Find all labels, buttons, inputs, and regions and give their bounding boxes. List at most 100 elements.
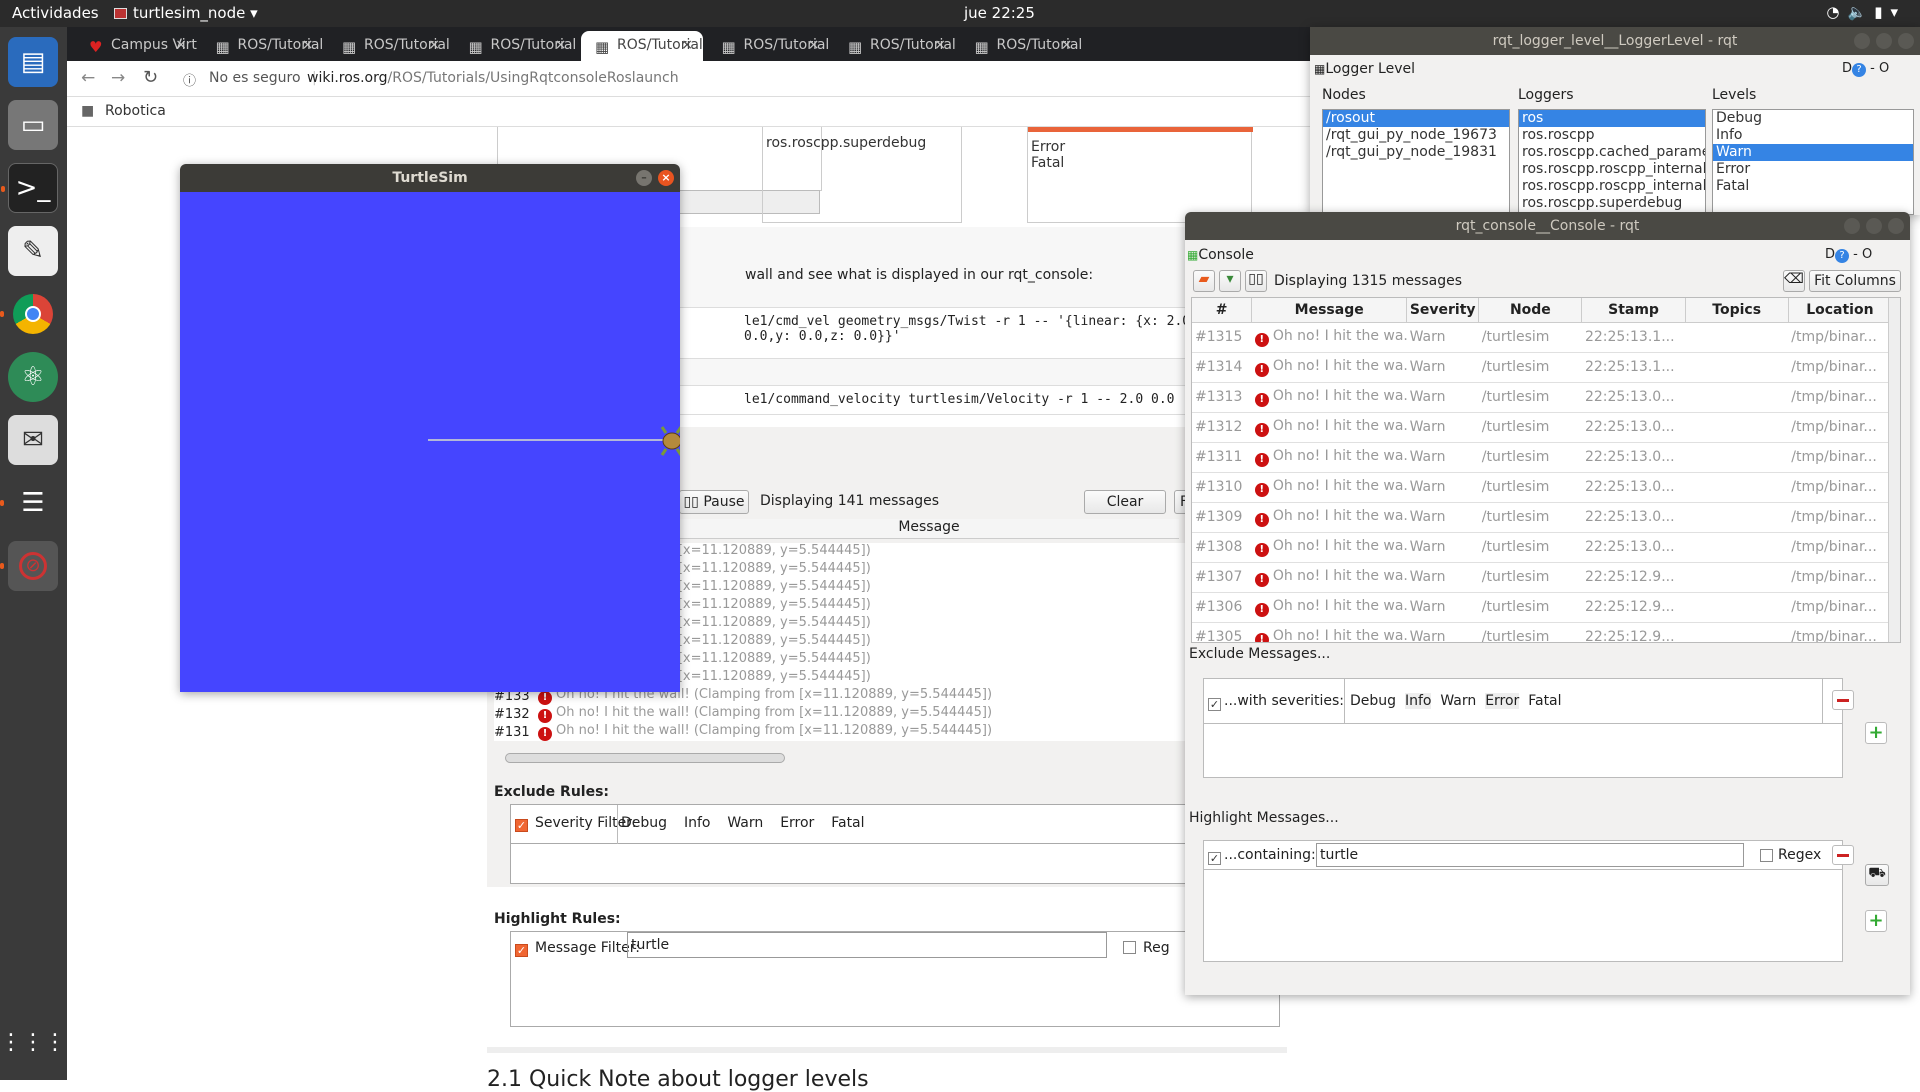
clock[interactable]: jue 22:25 <box>964 4 1035 22</box>
column-header[interactable]: Topics <box>1685 298 1789 323</box>
pause-button[interactable]: ▯▯ Pause <box>679 490 749 514</box>
list-icon[interactable]: ☰ <box>0 478 58 528</box>
severity-item[interactable]: Error <box>780 815 814 831</box>
remove-highlight-icon[interactable] <box>1832 845 1854 865</box>
close-tab-icon[interactable]: × <box>555 37 567 53</box>
table-row[interactable]: #1312! Oh no! I hit the wa... Warn/turtles… <box>1192 412 1892 443</box>
app-menu[interactable]: turtlesim_node ▾ <box>114 4 258 22</box>
url-field[interactable]: wiki.ros.org/ROS/Tutorials/UsingRqtconso… <box>307 70 679 86</box>
list-item[interactable]: /rqt_gui_py_node_19831 <box>1323 144 1509 161</box>
table-row[interactable]: #1310! Oh no! I hit the wa... Warn/turtles… <box>1192 472 1892 503</box>
security-label[interactable]: No es seguro <box>209 70 301 86</box>
list-item[interactable]: ros.roscpp <box>1519 127 1705 144</box>
close-tab-icon[interactable]: × <box>681 37 693 53</box>
browser-tab[interactable]: ▦ ROS/Tutorial × <box>708 31 830 61</box>
message-filter-checkbox[interactable]: ✓ <box>515 944 528 957</box>
browser-tab[interactable]: ▦ ROS/Tutorial × <box>581 31 703 61</box>
list-item[interactable]: Fatal <box>1713 178 1913 195</box>
browser-tab[interactable]: ▦ ROS/Tutorial × <box>455 31 577 61</box>
pause-icon[interactable]: ▯▯ <box>1245 270 1267 292</box>
plugin-controls[interactable]: D? - O <box>1842 61 1889 77</box>
list-item[interactable]: ros.roscpp.cached_paramet <box>1519 144 1705 161</box>
fit-columns-button[interactable]: Fit Columns <box>1809 270 1901 292</box>
maximize-icon[interactable] <box>1876 33 1892 49</box>
show-apps-icon[interactable]: ⋮⋮⋮ <box>0 1017 66 1067</box>
table-row[interactable]: #1308! Oh no! I hit the wa... Warn/turtles… <box>1192 532 1892 563</box>
table-row[interactable]: #132! Oh no! I hit the wall! (Clamping fr… <box>494 705 1254 723</box>
severity-item[interactable]: Debug <box>621 815 667 831</box>
severity-item[interactable]: Debug <box>1350 693 1396 709</box>
table-row[interactable]: #131! Oh no! I hit the wall! (Clamping fr… <box>494 723 1254 741</box>
message-column-header[interactable]: Message <box>679 519 1179 539</box>
levels-list[interactable]: Debug Info Warn Error Fatal <box>1712 109 1914 215</box>
list-item[interactable]: ros <box>1519 110 1705 127</box>
close-tab-icon[interactable]: × <box>302 37 314 53</box>
table-row[interactable]: #1309! Oh no! I hit the wa... Warn/turtles… <box>1192 502 1892 533</box>
back-icon[interactable]: ← <box>81 68 95 88</box>
close-icon[interactable] <box>1898 33 1914 49</box>
clear-icon[interactable]: ⌫ <box>1783 270 1805 292</box>
turtle-canvas[interactable] <box>180 192 680 692</box>
column-header[interactable]: Message <box>1251 298 1408 323</box>
turtlesim-titlebar[interactable]: TurtleSim – × <box>180 164 680 192</box>
atom-icon[interactable]: ⚛ <box>8 352 58 402</box>
nodes-list[interactable]: /rosout/rqt_gui_py_node_19673/rqt_gui_py… <box>1322 109 1510 215</box>
table-row[interactable]: #1313! Oh no! I hit the wa... Warn/turtles… <box>1192 382 1892 413</box>
list-item[interactable]: ros.roscpp.roscpp_internal. <box>1519 178 1705 195</box>
close-tab-icon[interactable]: × <box>934 37 946 53</box>
severity-item[interactable]: Fatal <box>1528 693 1561 709</box>
remove-exclude-icon[interactable] <box>1832 690 1854 710</box>
turtlesim-icon[interactable]: ⊘ <box>0 541 58 591</box>
logger-level-titlebar[interactable]: rqt_logger_level__LoggerLevel - rqt <box>1310 27 1920 55</box>
column-header[interactable]: Location <box>1788 298 1893 323</box>
list-item[interactable]: Debug <box>1713 110 1913 127</box>
severity-item[interactable]: Warn <box>727 815 763 831</box>
list-item[interactable]: Info <box>1713 127 1913 144</box>
close-tab-icon[interactable]: × <box>1061 37 1073 53</box>
system-tray[interactable]: ◔🔈▮▾ <box>1826 3 1906 21</box>
close-tab-icon[interactable]: × <box>808 37 820 53</box>
table-row[interactable]: #1314! Oh no! I hit the wa... Warn/turtles… <box>1192 352 1892 383</box>
severity-item[interactable]: Warn <box>1440 693 1476 709</box>
terminal-icon[interactable]: >_ <box>1 163 58 213</box>
activities-button[interactable]: Actividades <box>12 4 99 22</box>
forward-icon[interactable]: → <box>111 68 125 88</box>
minimize-icon[interactable] <box>1844 218 1860 234</box>
horizontal-scrollbar[interactable] <box>505 753 785 763</box>
turtle-highlight-icon[interactable]: ⛟ <box>1865 864 1889 886</box>
reload-icon[interactable]: ↻ <box>143 67 158 88</box>
minimize-icon[interactable] <box>1854 33 1870 49</box>
clear-button[interactable]: Clear <box>1084 490 1166 514</box>
close-tab-icon[interactable]: × <box>175 37 187 53</box>
browser-tab[interactable]: ▦ ROS/Tutorial × <box>961 31 1083 61</box>
containing-checkbox[interactable]: ✓ <box>1208 852 1221 865</box>
minimize-icon[interactable]: – <box>636 170 652 186</box>
column-header[interactable]: Node <box>1478 298 1583 323</box>
add-exclude-icon[interactable]: + <box>1865 722 1887 744</box>
column-header[interactable]: Severity <box>1406 298 1480 323</box>
table-row[interactable]: #1311! Oh no! I hit the wa... Warn/turtles… <box>1192 442 1892 473</box>
files-icon[interactable]: ▭ <box>8 100 58 150</box>
plugin-controls[interactable]: D? - O <box>1825 247 1872 263</box>
bookmark-robotica[interactable]: Robotica <box>105 103 166 119</box>
severity-item[interactable]: Info <box>684 815 711 831</box>
browser-tab[interactable]: ♥ Campus Virt × <box>75 31 197 61</box>
mail-icon[interactable]: ✉ <box>8 415 58 465</box>
browser-tab[interactable]: ▦ ROS/Tutorial × <box>834 31 956 61</box>
loggers-list[interactable]: ros ros.roscpp ros.roscpp.cached_parametro… <box>1518 109 1706 215</box>
browser-tab[interactable]: ▦ ROS/Tutorial × <box>202 31 324 61</box>
severity-filter-checkbox[interactable]: ✓ <box>515 819 528 832</box>
console-titlebar[interactable]: rqt_console__Console - rqt <box>1185 212 1910 240</box>
text-editor-icon[interactable]: ✎ <box>8 226 58 276</box>
writer-icon[interactable]: ▤ <box>8 37 58 87</box>
maximize-icon[interactable] <box>1866 218 1882 234</box>
list-item[interactable]: /rqt_gui_py_node_19673 <box>1323 127 1509 144</box>
list-item[interactable]: /rosout <box>1323 110 1509 127</box>
chrome-icon[interactable] <box>0 289 58 339</box>
list-item[interactable]: Warn <box>1713 144 1913 161</box>
save-icon[interactable]: ▾ <box>1219 270 1241 292</box>
add-highlight-icon[interactable]: + <box>1865 910 1887 932</box>
vertical-scrollbar[interactable] <box>1888 298 1900 642</box>
close-icon[interactable] <box>1888 218 1904 234</box>
table-row[interactable]: #1307! Oh no! I hit the wa... Warn/turtles… <box>1192 562 1892 593</box>
